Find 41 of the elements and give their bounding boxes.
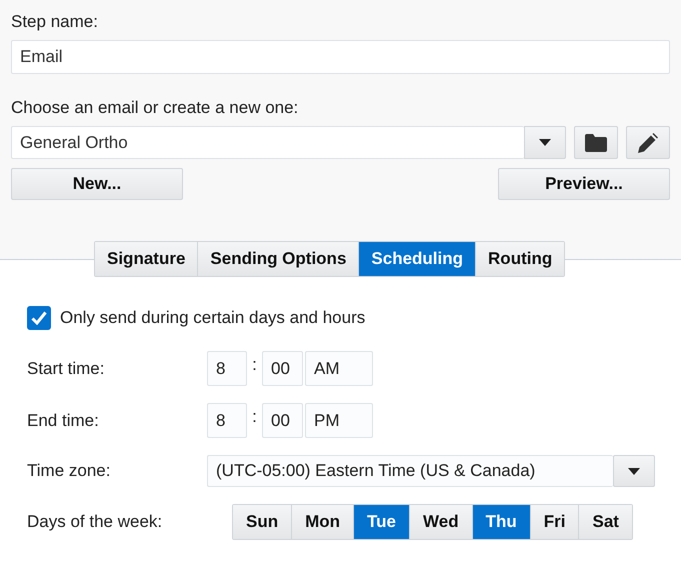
minute-field[interactable]: 00 (262, 351, 303, 386)
separator-text: : (251, 355, 258, 375)
separator-text: : (251, 407, 258, 427)
hour-field[interactable]: 8 (207, 403, 247, 438)
pencil-icon (638, 132, 658, 152)
checkbox-label: Only send during certain days and hours (60, 308, 366, 328)
day-toggle[interactable]: Fri (530, 505, 580, 539)
preview-button[interactable]: Preview... (498, 168, 670, 200)
field-label: Step name: (11, 12, 98, 32)
check-icon (31, 311, 47, 325)
field-label: End time: (27, 410, 100, 430)
time-zone-select[interactable]: (UTC-05:00) Eastern Time (US & Canada) (207, 455, 613, 487)
field-label: Start time: (27, 358, 106, 378)
caret-icon (628, 468, 640, 474)
email-select[interactable]: General Ortho (11, 126, 524, 159)
tab[interactable]: Signature (95, 242, 198, 276)
day-toggle[interactable]: Tue (354, 505, 410, 539)
dropdown-button[interactable] (613, 455, 655, 487)
field-label: Days of the week: (27, 512, 164, 532)
field-label: Choose an email or create a new one: (11, 98, 298, 118)
day-toggle[interactable]: Wed (410, 505, 473, 539)
caret-icon (539, 139, 551, 146)
dropdown-button[interactable] (524, 126, 566, 159)
period-field[interactable]: PM (305, 403, 373, 438)
new-button[interactable]: New... (11, 168, 183, 200)
checkbox[interactable] (27, 306, 51, 330)
field-label: Time zone: (27, 461, 112, 481)
tab[interactable]: Scheduling (359, 242, 476, 276)
day-toggle[interactable]: Thu (472, 505, 531, 539)
step-name-field[interactable]: Email (11, 40, 670, 74)
tab[interactable]: Routing (476, 242, 564, 276)
edit-button[interactable] (626, 126, 670, 159)
folder-button[interactable] (574, 126, 618, 159)
folder-icon (585, 134, 607, 152)
day-toggle[interactable]: Mon (292, 505, 354, 539)
period-field[interactable]: AM (305, 351, 373, 386)
day-toggle[interactable]: Sat (579, 505, 632, 539)
tab[interactable]: Sending Options (198, 242, 360, 276)
hour-field[interactable]: 8 (207, 351, 247, 386)
minute-field[interactable]: 00 (262, 403, 303, 438)
day-toggle[interactable]: Sun (233, 505, 292, 539)
